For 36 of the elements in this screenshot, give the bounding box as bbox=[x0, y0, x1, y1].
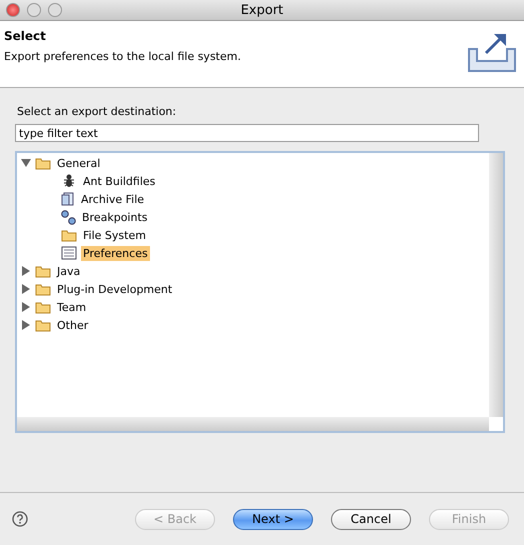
destination-label: Select an export destination: bbox=[17, 105, 178, 118]
tree-item[interactable]: Team bbox=[55, 300, 88, 314]
tree-item[interactable]: Other bbox=[55, 318, 90, 332]
collapse-arrow-icon[interactable] bbox=[21, 158, 31, 168]
vertical-scrollbar[interactable] bbox=[489, 153, 503, 417]
wizard-button[interactable]: Cancel bbox=[331, 508, 411, 530]
expand-arrow-icon[interactable] bbox=[21, 266, 31, 276]
archive-file-icon bbox=[61, 192, 75, 206]
window-title: Export bbox=[240, 2, 284, 18]
folder-icon bbox=[35, 318, 51, 332]
close-button[interactable] bbox=[6, 3, 20, 17]
tree-item[interactable]: Plug-in Development bbox=[55, 282, 174, 296]
bug-icon bbox=[61, 174, 77, 188]
page-title: Select bbox=[4, 29, 47, 43]
folder-icon bbox=[35, 156, 51, 170]
expand-arrow-icon[interactable] bbox=[21, 284, 31, 294]
filter-field[interactable]: type filter text bbox=[15, 124, 479, 142]
tree-item[interactable]: Preferences bbox=[81, 246, 150, 260]
horizontal-scrollbar[interactable] bbox=[17, 417, 489, 431]
folder-icon bbox=[61, 228, 77, 242]
tree-item[interactable]: Ant Buildfiles bbox=[81, 174, 158, 188]
tree-item[interactable]: Java bbox=[55, 264, 82, 278]
tree-item[interactable]: General bbox=[55, 156, 102, 170]
folder-icon bbox=[35, 264, 51, 278]
breakpoints-icon bbox=[61, 210, 76, 224]
folder-icon bbox=[35, 300, 51, 314]
tree-item[interactable]: File System bbox=[81, 228, 148, 242]
tree-item[interactable]: Archive File bbox=[79, 192, 146, 206]
wizard-button[interactable]: Next > bbox=[233, 508, 313, 530]
expand-arrow-icon[interactable] bbox=[21, 302, 31, 312]
folder-icon bbox=[35, 282, 51, 296]
help-icon[interactable] bbox=[12, 511, 28, 527]
tree-item[interactable]: Breakpoints bbox=[80, 210, 150, 224]
list-icon bbox=[61, 246, 77, 260]
page-description: Export preferences to the local file system. bbox=[4, 50, 241, 63]
expand-arrow-icon[interactable] bbox=[21, 320, 31, 330]
